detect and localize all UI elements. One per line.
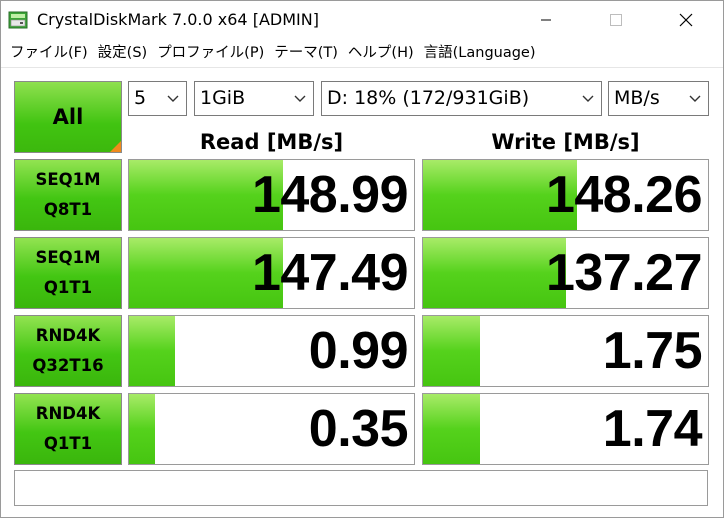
write-result-seq1m-q1t1: 137.27 [422, 237, 709, 309]
menu-profile[interactable]: プロファイル(P) [152, 39, 269, 67]
menu-file[interactable]: ファイル(F) [5, 39, 93, 67]
write-value: 1.74 [602, 400, 703, 458]
window-title: CrystalDiskMark 7.0.0 x64 [ADMIN] [37, 10, 319, 29]
read-bar [129, 394, 155, 464]
read-value: 0.99 [308, 322, 409, 380]
title-bar: CrystalDiskMark 7.0.0 x64 [ADMIN] [1, 1, 723, 39]
chevron-down-icon [582, 82, 594, 115]
write-result-rnd4k-q32t16: 1.75 [422, 315, 709, 387]
test-name: SEQ1M [35, 248, 101, 267]
read-header: Read [MB/s] [199, 130, 344, 154]
chevron-down-icon [167, 82, 179, 115]
write-result-seq1m-q8t1: 148.26 [422, 159, 709, 231]
menu-language[interactable]: 言語(Language) [419, 39, 541, 67]
write-bar [423, 394, 480, 464]
test-button-seq1m-q8t1[interactable]: SEQ1M Q8T1 [14, 159, 122, 231]
write-value: 137.27 [545, 244, 703, 302]
menu-help[interactable]: ヘルプ(H) [343, 39, 419, 67]
drive-value: D: 18% (172/931GiB) [327, 87, 530, 109]
test-count-select[interactable]: 5 [128, 81, 187, 116]
test-params: Q1T1 [43, 434, 93, 453]
test-name: RND4K [35, 404, 101, 423]
menu-bar: ファイル(F) 設定(S) プロファイル(P) テーマ(T) ヘルプ(H) 言語… [1, 39, 723, 67]
maximize-icon [610, 14, 622, 26]
app-window: CrystalDiskMark 7.0.0 x64 [ADMIN] ファイル(F… [0, 0, 724, 518]
main-panel: All 5 1GiB D: 18% (172/931GiB) MB/s Read… [1, 67, 723, 517]
menu-settings[interactable]: 設定(S) [93, 39, 153, 67]
minimize-button[interactable] [523, 1, 569, 39]
test-params: Q32T16 [32, 356, 104, 375]
maximize-button[interactable] [593, 1, 639, 39]
read-result-seq1m-q8t1: 148.99 [128, 159, 415, 231]
read-result-seq1m-q1t1: 147.49 [128, 237, 415, 309]
test-button-rnd4k-q32t16[interactable]: RND4K Q32T16 [14, 315, 122, 387]
test-size-select[interactable]: 1GiB [194, 81, 314, 116]
read-bar [129, 316, 175, 386]
write-bar [423, 238, 566, 308]
crystaldiskmark-icon [8, 11, 28, 29]
test-params: Q1T1 [43, 278, 93, 297]
write-value: 1.75 [602, 322, 703, 380]
test-count-value: 5 [134, 87, 147, 109]
write-result-rnd4k-q1t1: 1.74 [422, 393, 709, 465]
read-value: 0.35 [308, 400, 409, 458]
drive-select[interactable]: D: 18% (172/931GiB) [321, 81, 602, 116]
read-value: 148.99 [251, 166, 409, 224]
test-button-rnd4k-q1t1[interactable]: RND4K Q1T1 [14, 393, 122, 465]
write-value: 148.26 [545, 166, 703, 224]
read-result-rnd4k-q1t1: 0.35 [128, 393, 415, 465]
close-icon [679, 13, 693, 27]
chevron-down-icon [294, 82, 306, 115]
unit-value: MB/s [614, 87, 660, 109]
chevron-down-icon [689, 82, 701, 115]
test-size-value: 1GiB [200, 87, 246, 109]
write-bar [423, 316, 480, 386]
all-button[interactable]: All [14, 81, 122, 153]
test-name: SEQ1M [35, 170, 101, 189]
write-header: Write [MB/s] [491, 130, 640, 154]
test-button-seq1m-q1t1[interactable]: SEQ1M Q1T1 [14, 237, 122, 309]
unit-select[interactable]: MB/s [608, 81, 709, 116]
all-button-label: All [52, 105, 84, 129]
menu-theme[interactable]: テーマ(T) [269, 39, 343, 67]
close-button[interactable] [663, 1, 709, 39]
test-name: RND4K [35, 326, 101, 345]
read-result-rnd4k-q32t16: 0.99 [128, 315, 415, 387]
read-value: 147.49 [251, 244, 409, 302]
comment-field[interactable] [14, 470, 708, 506]
minimize-icon [541, 19, 551, 21]
test-params: Q8T1 [43, 200, 93, 219]
corner-marker [110, 141, 121, 152]
